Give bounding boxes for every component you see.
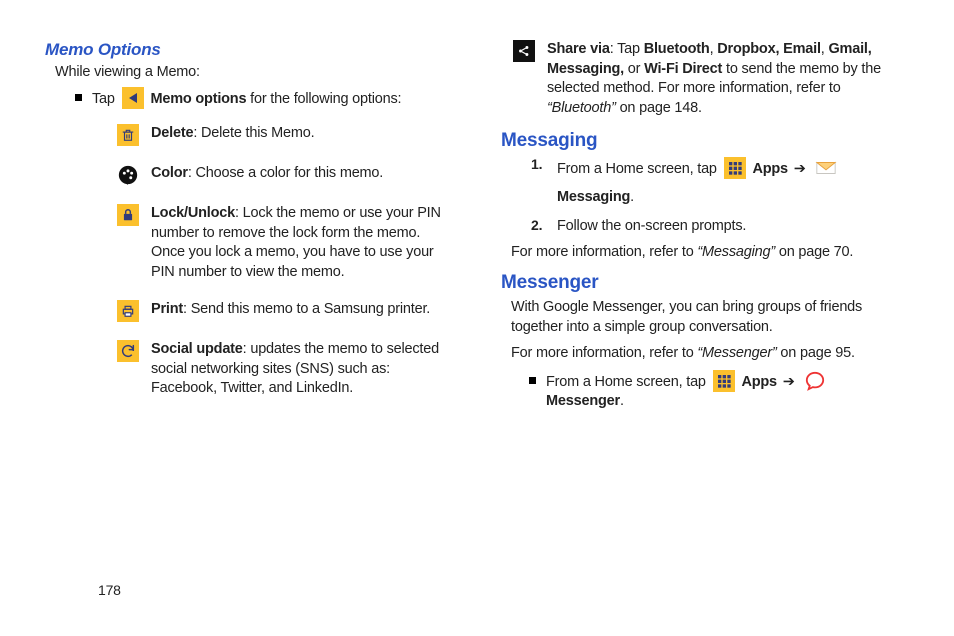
heading-messaging: Messaging: [501, 130, 909, 152]
step-body: Follow the on-screen prompts.: [557, 217, 909, 237]
messaging-refer: For more information, refer to “Messagin…: [511, 243, 909, 263]
messaging-step-2: 2. Follow the on-screen prompts.: [531, 217, 909, 237]
label: Print: [151, 301, 183, 317]
b2: Bluetooth: [644, 41, 710, 57]
page-content: Memo Options While viewing a Memo: Tap M…: [0, 0, 954, 423]
page: on page 95.: [780, 345, 854, 361]
option-print: Print: Send this memo to a Samsung print…: [117, 300, 453, 322]
apps-grid-icon: [724, 157, 746, 179]
ref: “Messaging”: [697, 244, 778, 260]
label: Social update: [151, 341, 243, 357]
refresh-icon: [117, 340, 139, 362]
messenger-desc: With Google Messenger, you can bring gro…: [511, 298, 909, 337]
option-share: Share via: Tap Bluetooth, Dropbox, Email…: [513, 40, 909, 118]
lock-icon: [117, 204, 139, 226]
option-social-text: Social update: updates the memo to selec…: [151, 340, 453, 399]
intro-text: While viewing a Memo:: [55, 64, 453, 80]
printer-icon: [117, 300, 139, 322]
heading-memo-options: Memo Options: [45, 40, 453, 60]
bullet-icon: [529, 377, 536, 384]
messenger-tap-instruction: From a Home screen, tap Apps ➔ Messenger…: [529, 371, 909, 409]
messaging-label: Messaging: [557, 189, 630, 205]
option-social: Social update: updates the memo to selec…: [117, 340, 453, 399]
step-number: 1.: [531, 156, 547, 172]
apps-label: Apps: [741, 374, 776, 390]
bullet-text: Tap Memo options for the following optio…: [92, 88, 453, 110]
option-lock: Lock/Unlock: Lock the memo or use your P…: [117, 204, 453, 282]
tap-prefix: Tap: [92, 91, 119, 107]
t1: : Tap: [610, 41, 644, 57]
tap-suffix: for the following options:: [246, 91, 401, 107]
messenger-quote-icon: [804, 370, 826, 392]
option-color-text: Color: Choose a color for this memo.: [151, 164, 453, 184]
step-body: From a Home screen, tap Apps ➔ Messaging…: [557, 156, 909, 211]
b5: Wi-Fi Direct: [644, 61, 722, 77]
desc: : Choose a color for this memo.: [188, 165, 383, 181]
bullet-icon: [75, 94, 82, 101]
messaging-step-1: 1. From a Home screen, tap Apps ➔ Messag…: [531, 156, 909, 211]
desc: : Send this memo to a Samsung printer.: [183, 301, 430, 317]
option-color: Color: Choose a color for this memo.: [117, 164, 453, 186]
t: From a Home screen, tap: [557, 161, 721, 177]
page: on page 148.: [620, 100, 702, 116]
memo-options-bold: Memo options: [150, 91, 246, 107]
option-lock-text: Lock/Unlock: Lock the memo or use your P…: [151, 204, 453, 282]
label: Share via: [547, 41, 610, 57]
trash-icon: [117, 124, 139, 146]
apps-label: Apps: [752, 161, 787, 177]
share-icon: [513, 40, 535, 62]
t: From a Home screen, tap: [546, 374, 710, 390]
triangle-left-icon: [122, 87, 144, 109]
page: on page 70.: [779, 244, 853, 260]
apps-grid-icon: [713, 370, 735, 392]
dot: .: [630, 189, 634, 205]
option-delete-text: Delete: Delete this Memo.: [151, 124, 453, 144]
page-number: 178: [98, 582, 121, 598]
left-column: Memo Options While viewing a Memo: Tap M…: [45, 40, 453, 423]
envelope-icon: [815, 157, 837, 179]
step-number: 2.: [531, 217, 547, 233]
t: For more information, refer to: [511, 345, 697, 361]
ref: “Messenger”: [697, 345, 780, 361]
ref: “Bluetooth”: [547, 100, 620, 116]
label: Delete: [151, 125, 193, 141]
tap-instruction: Tap Memo options for the following optio…: [75, 88, 453, 110]
label: Lock/Unlock: [151, 205, 235, 221]
label: Color: [151, 165, 188, 181]
heading-messenger: Messenger: [501, 272, 909, 294]
b3: Dropbox, Email: [717, 41, 821, 57]
option-delete: Delete: Delete this Memo.: [117, 124, 453, 146]
right-column: Share via: Tap Bluetooth, Dropbox, Email…: [501, 40, 909, 423]
option-print-text: Print: Send this memo to a Samsung print…: [151, 300, 453, 320]
dot: .: [620, 393, 624, 409]
desc: : Delete this Memo.: [193, 125, 314, 141]
messenger-refer: For more information, refer to “Messenge…: [511, 344, 909, 364]
arrow-icon: ➔: [783, 374, 795, 390]
option-share-text: Share via: Tap Bluetooth, Dropbox, Email…: [547, 40, 909, 118]
palette-icon: [117, 164, 139, 186]
arrow-icon: ➔: [794, 161, 806, 177]
t: For more information, refer to: [511, 244, 697, 260]
mid: or: [624, 61, 644, 77]
messenger-label: Messenger: [546, 393, 620, 409]
bullet-text: From a Home screen, tap Apps ➔ Messenger…: [546, 371, 909, 409]
